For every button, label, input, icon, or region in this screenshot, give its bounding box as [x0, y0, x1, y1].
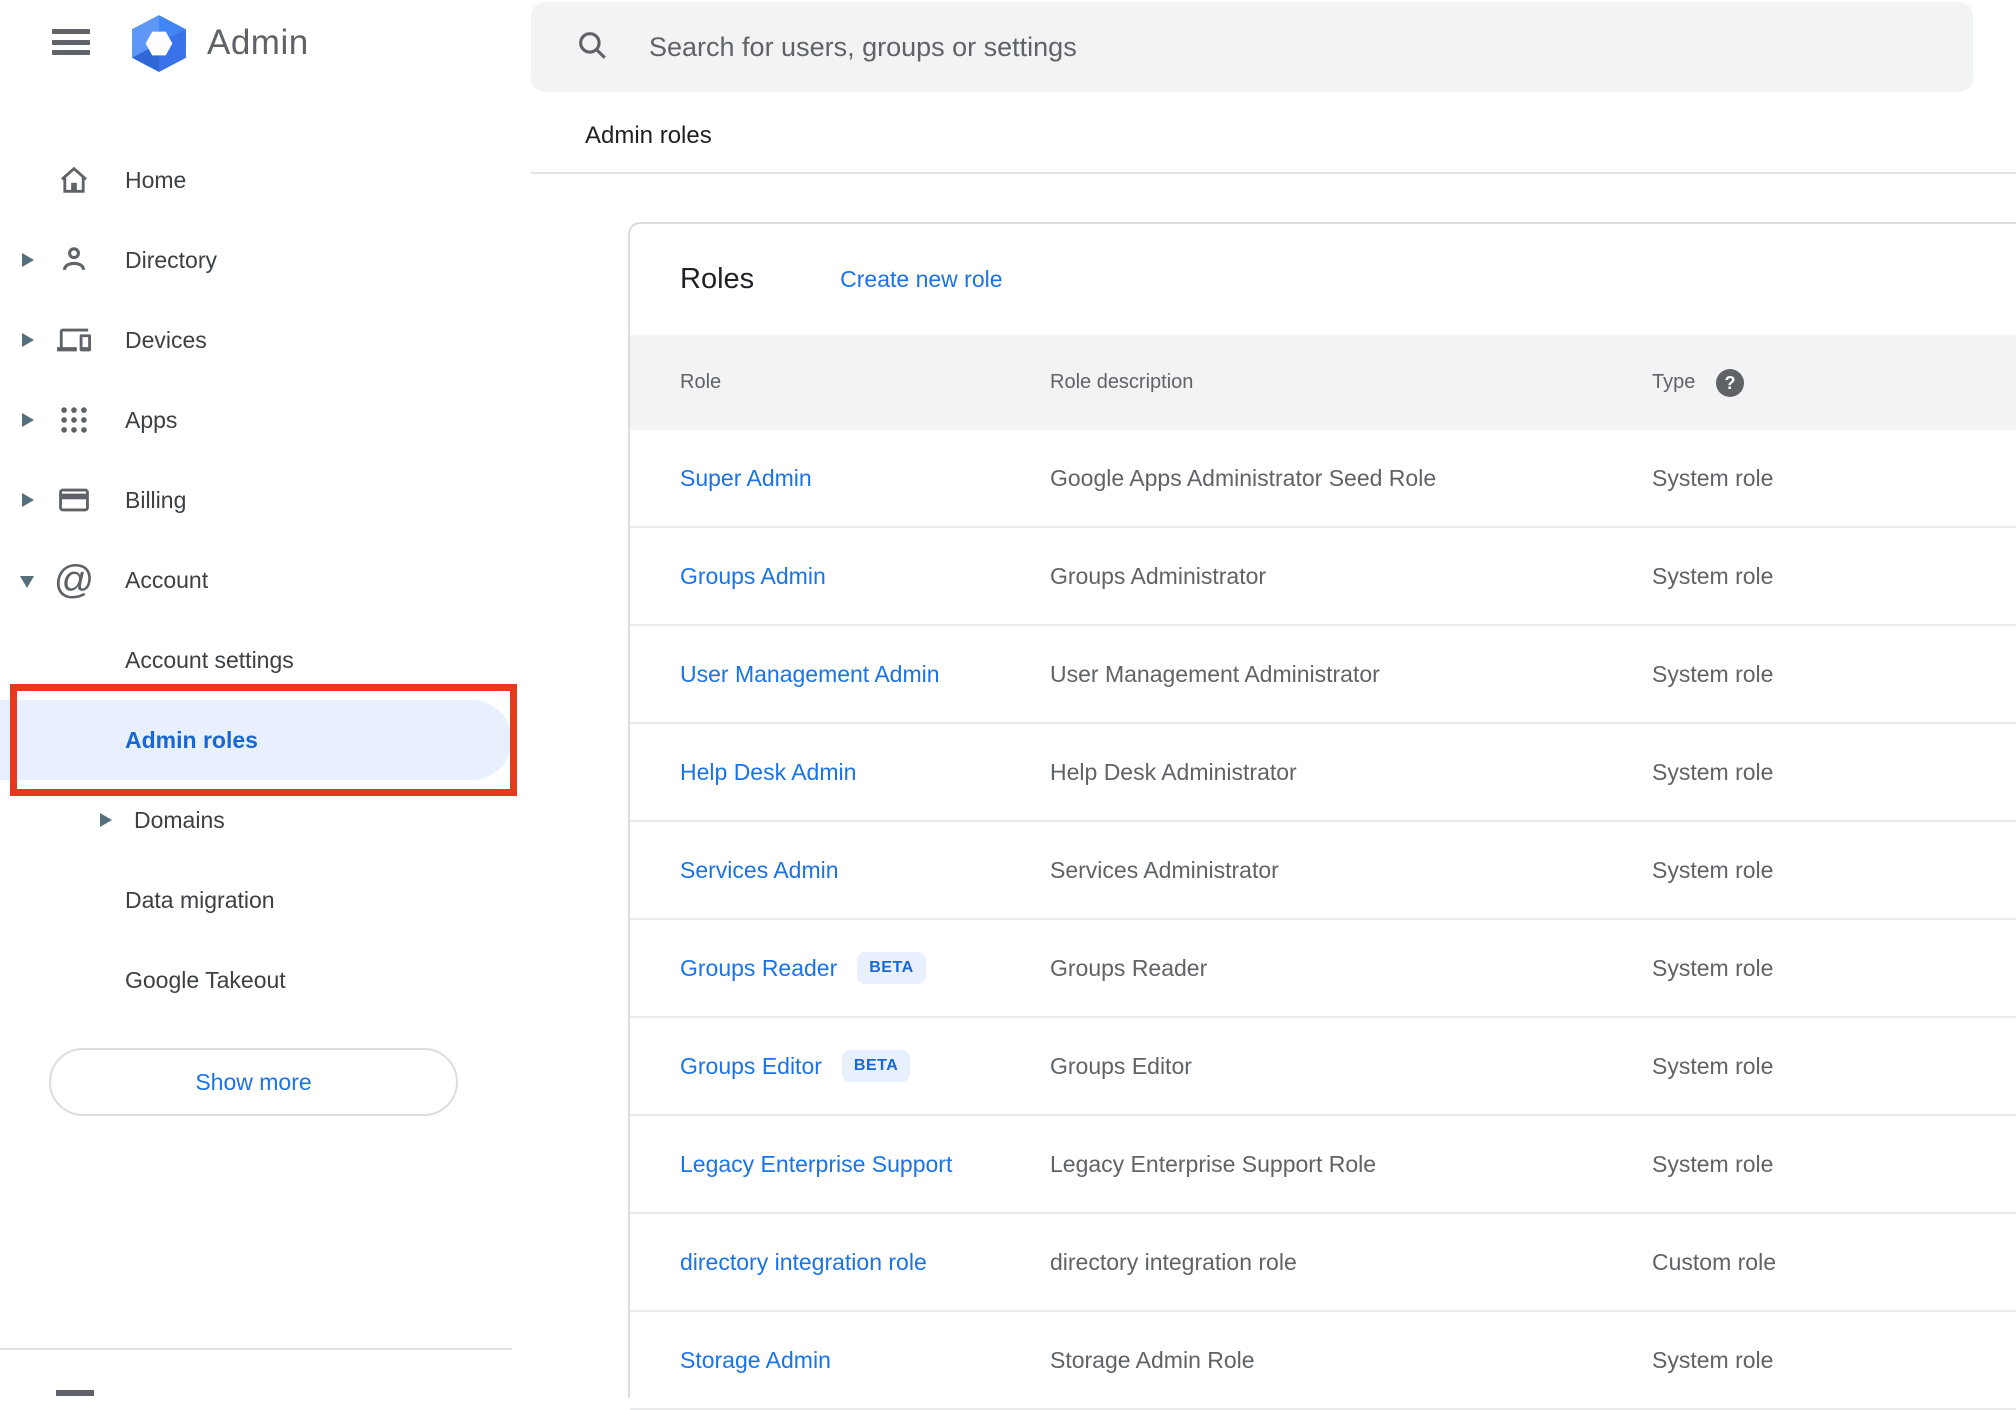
search-icon — [575, 28, 609, 67]
apps-grid-icon — [54, 380, 94, 460]
table-row: Groups Reader BETA Groups Reader System … — [630, 920, 2016, 1018]
role-link[interactable]: Legacy Enterprise Support — [680, 1151, 952, 1178]
role-link[interactable]: Help Desk Admin — [680, 759, 856, 786]
person-icon — [54, 220, 94, 300]
expand-right-icon[interactable] — [22, 493, 34, 507]
table-row: Legacy Enterprise Support Legacy Enterpr… — [630, 1116, 2016, 1214]
role-description: User Management Administrator — [1050, 661, 1380, 687]
role-description: directory integration role — [1050, 1249, 1297, 1275]
role-type: System role — [1652, 1347, 1774, 1373]
sidebar: Admin Home Directory Devices Apps Billin… — [0, 0, 531, 1396]
role-link[interactable]: Groups Admin — [680, 563, 826, 590]
role-link[interactable]: Storage Admin — [680, 1347, 831, 1374]
role-type: System role — [1652, 661, 1774, 687]
sidebar-item-billing[interactable]: Billing — [0, 460, 531, 540]
app-title: Admin — [207, 23, 309, 62]
role-type: System role — [1652, 955, 1774, 981]
role-link[interactable]: Super Admin — [680, 465, 812, 492]
sidebar-nav: Home Directory Devices Apps Billing @ Ac… — [0, 140, 531, 1020]
role-type: System role — [1652, 1151, 1774, 1177]
beta-badge: BETA — [841, 1050, 911, 1082]
role-description: Google Apps Administrator Seed Role — [1050, 465, 1437, 491]
role-link[interactable]: Services Admin — [680, 857, 839, 884]
at-sign-icon: @ — [53, 558, 95, 602]
role-description: Groups Reader — [1050, 955, 1208, 981]
sidebar-item-account-settings[interactable]: Account settings — [0, 620, 531, 700]
table-row: directory integration role directory int… — [630, 1214, 2016, 1312]
roles-card: Roles Create new role Role Role descript… — [628, 222, 2016, 1410]
expand-down-icon[interactable] — [20, 576, 34, 588]
role-description: Groups Administrator — [1050, 563, 1267, 589]
search-input[interactable]: Search for users, groups or settings — [531, 2, 1973, 92]
menu-icon[interactable] — [52, 29, 90, 55]
sidebar-divider — [0, 1348, 512, 1350]
cutoff-icon — [56, 1390, 94, 1396]
sidebar-item-google-takeout[interactable]: Google Takeout — [0, 940, 531, 1020]
admin-hexagon-icon — [132, 14, 186, 72]
role-link[interactable]: Groups Editor — [680, 1053, 822, 1080]
table-row: Groups Editor BETA Groups Editor System … — [630, 1018, 2016, 1116]
show-more-button[interactable]: Show more — [49, 1048, 458, 1116]
table-row: Groups Admin Groups Administrator System… — [630, 528, 2016, 626]
role-type: System role — [1652, 1053, 1774, 1079]
table-row: Services Admin Services Administrator Sy… — [630, 822, 2016, 920]
help-icon[interactable]: ? — [1716, 369, 1744, 397]
sidebar-item-account[interactable]: @ Account — [0, 540, 531, 620]
sidebar-item-domains[interactable]: Domains — [0, 780, 531, 860]
expand-right-icon[interactable] — [22, 413, 34, 427]
expand-right-icon[interactable] — [22, 333, 34, 347]
breadcrumb: Admin roles — [585, 122, 712, 149]
search-placeholder: Search for users, groups or settings — [649, 31, 1077, 62]
sidebar-item-admin-roles[interactable]: Admin roles — [0, 700, 531, 780]
expand-right-icon[interactable] — [100, 813, 112, 827]
role-description: Legacy Enterprise Support Role — [1050, 1151, 1377, 1177]
beta-badge: BETA — [857, 952, 926, 984]
sidebar-item-data-migration[interactable]: Data migration — [0, 860, 531, 940]
expand-right-icon[interactable] — [22, 253, 34, 267]
table-row: Super Admin Google Apps Administrator Se… — [630, 430, 2016, 528]
admin-logo: Admin — [128, 13, 309, 73]
role-link[interactable]: Groups Reader — [680, 955, 837, 982]
main-content: Search for users, groups or settings Adm… — [531, 0, 2016, 1410]
role-type: System role — [1652, 563, 1774, 589]
table-header: Role Role description Type ? — [630, 335, 2016, 430]
table-row: Help Desk Admin Help Desk Administrator … — [630, 724, 2016, 822]
role-type: System role — [1652, 759, 1774, 785]
column-header-role: Role — [680, 371, 722, 393]
create-new-role-link[interactable]: Create new role — [840, 266, 1002, 293]
role-description: Storage Admin Role — [1050, 1347, 1255, 1373]
role-description: Groups Editor — [1050, 1053, 1192, 1079]
table-row: Storage Admin Storage Admin Role System … — [630, 1312, 2016, 1410]
sidebar-item-home[interactable]: Home — [0, 140, 531, 220]
home-icon — [54, 140, 94, 220]
role-type: System role — [1652, 465, 1774, 491]
page-title: Roles — [680, 263, 755, 295]
column-header-description: Role description — [1050, 371, 1194, 393]
role-link[interactable]: directory integration role — [680, 1249, 927, 1276]
header-divider — [531, 172, 2016, 174]
role-description: Services Administrator — [1050, 857, 1279, 883]
devices-icon — [54, 300, 94, 380]
role-type: System role — [1652, 857, 1774, 883]
role-link[interactable]: User Management Admin — [680, 661, 940, 688]
column-header-type: Type — [1652, 371, 1696, 393]
role-type: Custom role — [1652, 1249, 1776, 1275]
table-row: User Management Admin User Management Ad… — [630, 626, 2016, 724]
sidebar-item-apps[interactable]: Apps — [0, 380, 531, 460]
sidebar-item-directory[interactable]: Directory — [0, 220, 531, 300]
sidebar-item-devices[interactable]: Devices — [0, 300, 531, 380]
credit-card-icon — [54, 460, 94, 540]
card-header: Roles Create new role — [630, 224, 2016, 335]
role-description: Help Desk Administrator — [1050, 759, 1297, 785]
